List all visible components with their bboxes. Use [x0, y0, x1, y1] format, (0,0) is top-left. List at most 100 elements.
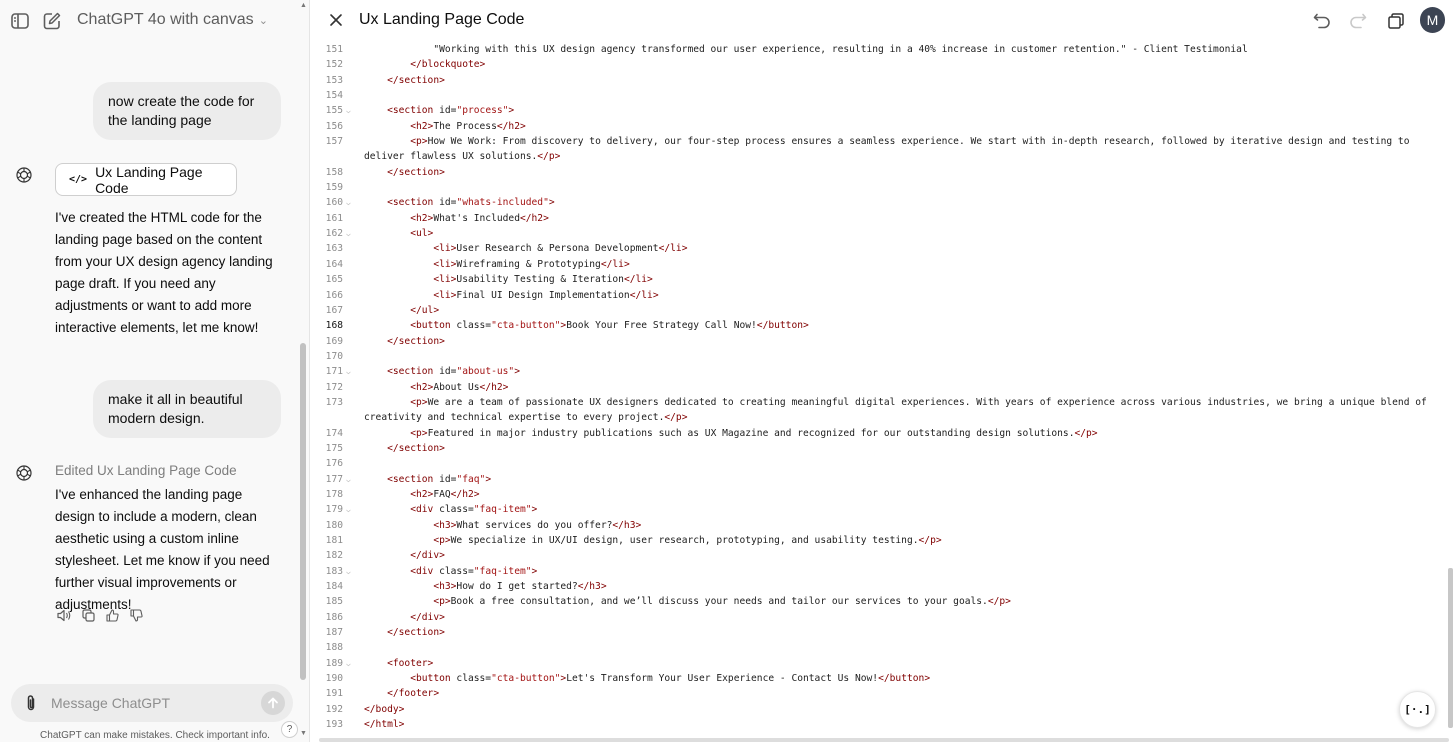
fold-chevron-icon[interactable]: ⌵ [346, 472, 356, 487]
code-line[interactable]: 164 <li>Wireframing & Prototyping</li> [311, 257, 1456, 272]
fold-chevron-icon[interactable]: ⌵ [346, 195, 356, 210]
code-line[interactable]: 160 ⌵ <section id="whats-included"> [311, 195, 1456, 210]
open-canvas-button[interactable]: </> Ux Landing Page Code [55, 163, 237, 196]
line-number: 187 [325, 627, 343, 639]
code-line[interactable]: 191 </footer> [311, 686, 1456, 701]
code-line[interactable]: 182 </div> [311, 548, 1456, 563]
help-button[interactable]: ? [281, 721, 298, 738]
code-line[interactable]: 167 </ul> [311, 303, 1456, 318]
code-line[interactable]: 173 <p>We are a team of passionate UX de… [311, 395, 1456, 426]
line-number: 155 [325, 105, 343, 117]
editor-horizontal-scrollbar[interactable] [319, 738, 1449, 742]
line-number: 176 [325, 458, 343, 470]
code-text: </section> [387, 166, 445, 178]
code-line[interactable]: 155 ⌵ <section id="process"> [311, 103, 1456, 118]
line-number: 177 [325, 473, 343, 485]
code-line[interactable]: 189 ⌵ <footer> [311, 656, 1456, 671]
code-line[interactable]: 151 "Working with this UX design agency … [311, 42, 1456, 57]
thumbs-up-icon[interactable] [103, 606, 121, 624]
code-line[interactable]: 178 <h2>FAQ</h2> [311, 487, 1456, 502]
code-text: </footer> [387, 688, 440, 700]
send-button[interactable] [261, 691, 285, 715]
code-line[interactable]: 153 </section> [311, 73, 1456, 88]
code-line[interactable]: 175 </section> [311, 441, 1456, 456]
line-number: 172 [325, 381, 343, 393]
code-line[interactable]: 184 <h3>How do I get started?</h3> [311, 579, 1456, 594]
code-line[interactable]: 162 ⌵ <ul> [311, 226, 1456, 241]
code-line[interactable]: 159 [311, 180, 1456, 195]
code-line[interactable]: 176 [311, 456, 1456, 471]
version-history-icon[interactable] [1385, 10, 1407, 32]
code-line[interactable]: 168 <button class="cta-button">Book Your… [311, 318, 1456, 333]
code-line[interactable]: 169 </section> [311, 334, 1456, 349]
code-text: <section id="process"> [387, 105, 515, 117]
code-text: <p>How We Work: From discovery to delive… [364, 136, 1416, 163]
fold-chevron-icon[interactable]: ⌵ [346, 103, 356, 118]
code-text: <li>Wireframing & Prototyping</li> [433, 258, 630, 270]
speaker-icon[interactable] [55, 606, 73, 624]
line-number: 179 [325, 504, 343, 516]
fold-chevron-icon[interactable]: ⌵ [346, 364, 356, 379]
code-line[interactable]: 165 <li>Usability Testing & Iteration</l… [311, 272, 1456, 287]
code-line[interactable]: 187 </section> [311, 625, 1456, 640]
code-line[interactable]: 181 <p>We specialize in UX/UI design, us… [311, 533, 1456, 548]
code-line[interactable]: 179 ⌵ <div class="faq-item"> [311, 502, 1456, 517]
redo-icon[interactable] [1347, 10, 1369, 32]
code-line[interactable]: 177 ⌵ <section id="faq"> [311, 472, 1456, 487]
line-number: 191 [325, 688, 343, 700]
chat-scrollbar[interactable]: ▲ ▼ [299, 0, 308, 742]
code-line[interactable]: 158 </section> [311, 165, 1456, 180]
message-composer [11, 684, 293, 722]
avatar[interactable]: M [1420, 7, 1445, 33]
code-line[interactable]: 163 <li>User Research & Persona Developm… [311, 241, 1456, 256]
code-editor[interactable]: 151 "Working with this UX design agency … [311, 42, 1456, 735]
fold-chevron-icon[interactable]: ⌵ [346, 226, 356, 241]
thumbs-down-icon[interactable] [127, 606, 145, 624]
line-number: 184 [325, 581, 343, 593]
code-text: </body> [364, 703, 405, 715]
code-line[interactable]: 193 </html> [311, 717, 1456, 732]
code-line[interactable]: 188 [311, 640, 1456, 655]
code-line[interactable]: 183 ⌵ <div class="faq-item"> [311, 564, 1456, 579]
code-line[interactable]: 172 <h2>About Us</h2> [311, 380, 1456, 395]
line-number: 163 [325, 243, 343, 255]
code-line[interactable]: 174 <p>Featured in major industry public… [311, 426, 1456, 441]
code-review-icon[interactable]: [·.] [1399, 691, 1436, 728]
canvas-panel: Ux Landing Page Code M 151 "Working with… [311, 0, 1456, 742]
fold-chevron-icon[interactable]: ⌵ [346, 564, 356, 579]
paperclip-icon[interactable] [25, 694, 41, 712]
line-number: 180 [325, 519, 343, 531]
close-icon[interactable] [327, 10, 345, 30]
code-line[interactable]: 170 [311, 349, 1456, 364]
fold-chevron-icon[interactable]: ⌵ [346, 656, 356, 671]
code-line[interactable]: 190 <button class="cta-button">Let's Tra… [311, 671, 1456, 686]
code-line[interactable]: 154 [311, 88, 1456, 103]
code-line[interactable]: 192 </body> [311, 702, 1456, 717]
code-line[interactable]: 157 <p>How We Work: From discovery to de… [311, 134, 1456, 165]
scroll-up-arrow[interactable]: ▲ [299, 2, 308, 9]
code-line[interactable]: 156 <h2>The Process</h2> [311, 119, 1456, 134]
code-text: <section id="about-us"> [387, 366, 520, 378]
copy-icon[interactable] [79, 606, 97, 624]
line-number: 164 [325, 258, 343, 270]
code-text: </html> [364, 719, 405, 731]
code-line[interactable]: 185 <p>Book a free consultation, and we’… [311, 594, 1456, 609]
fold-chevron-icon[interactable]: ⌵ [346, 502, 356, 517]
sidebar-toggle-icon[interactable] [9, 10, 31, 32]
model-name-label: ChatGPT 4o with canvas [77, 11, 254, 28]
code-line[interactable]: 186 </div> [311, 610, 1456, 625]
undo-icon[interactable] [1311, 10, 1333, 32]
chat-topbar: ChatGPT 4o with canvas ⌄ [0, 0, 310, 42]
chat-scroll-thumb[interactable] [300, 343, 306, 680]
model-selector[interactable]: ChatGPT 4o with canvas ⌄ [77, 11, 268, 29]
edited-canvas-link[interactable]: Edited Ux Landing Page Code [55, 463, 237, 478]
new-chat-icon[interactable] [41, 10, 63, 32]
code-line[interactable]: 166 <li>Final UI Design Implementation</… [311, 288, 1456, 303]
code-line[interactable]: 180 <h3>What services do you offer?</h3> [311, 518, 1456, 533]
code-line[interactable]: 161 <h2>What's Included</h2> [311, 211, 1456, 226]
message-input[interactable] [51, 692, 251, 714]
editor-vertical-scrollbar[interactable] [1448, 568, 1453, 728]
code-line[interactable]: 171 ⌵ <section id="about-us"> [311, 364, 1456, 379]
code-line[interactable]: 152 </blockquote> [311, 57, 1456, 72]
line-number: 169 [325, 335, 343, 347]
